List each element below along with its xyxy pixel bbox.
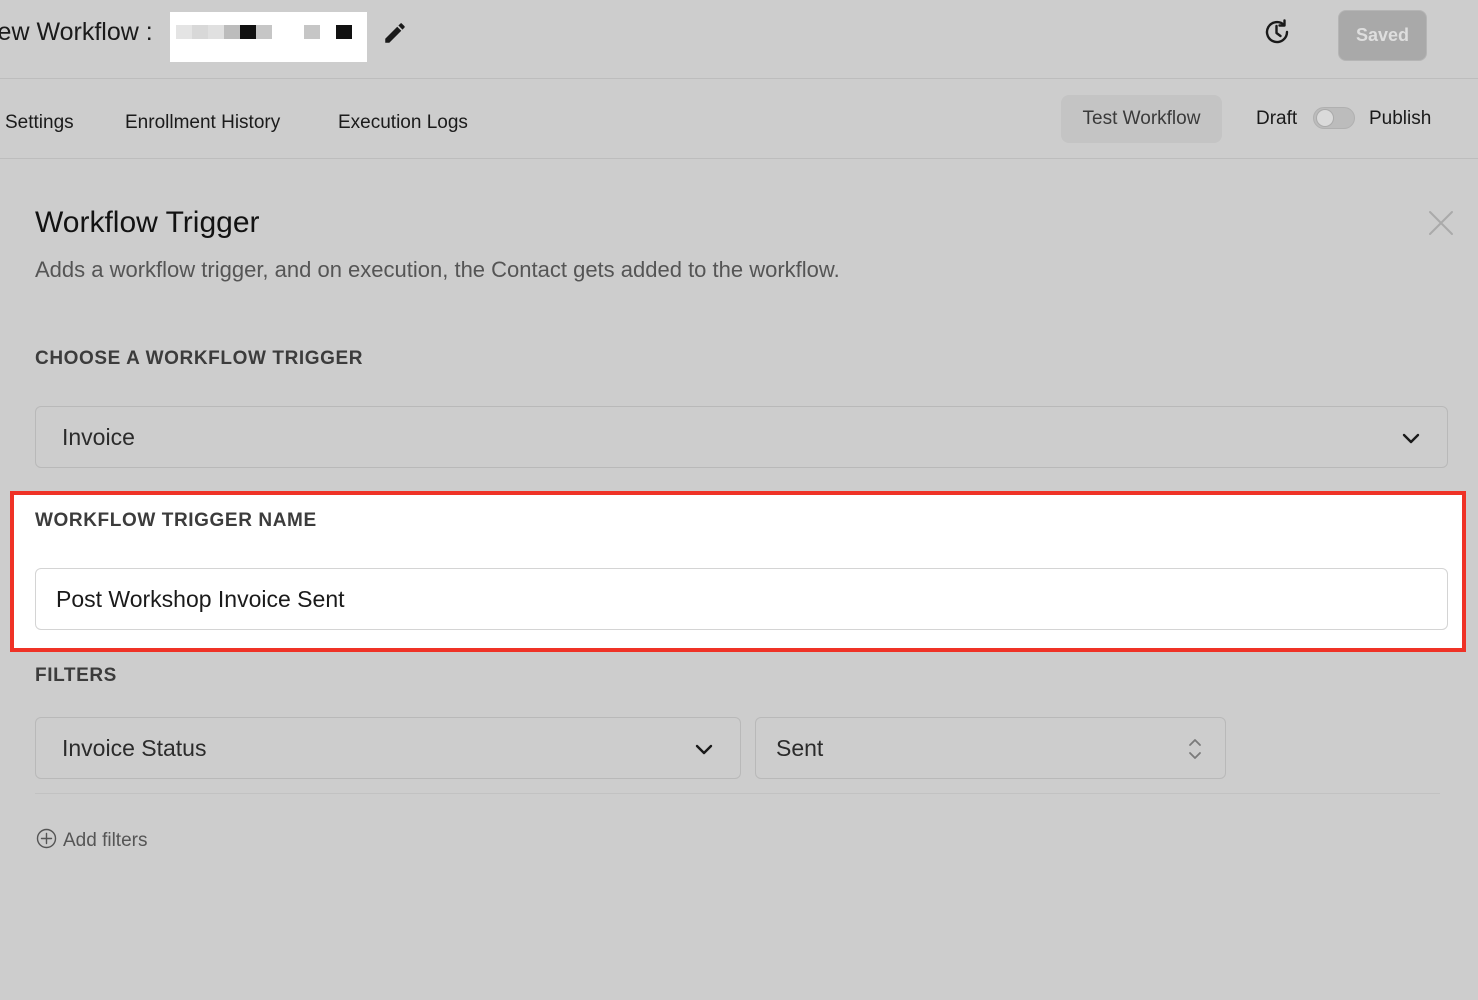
publish-label: Publish [1369,108,1432,129]
tab-execution-logs[interactable]: Execution Logs [338,111,468,135]
tab-enrollment-history[interactable]: Enrollment History [125,111,280,135]
workflow-title: lew Workflow : [0,18,153,46]
filters-label: FILTERS [35,665,117,686]
publish-toggle[interactable] [1313,107,1355,129]
filter-field-select[interactable]: Invoice Status [35,717,741,779]
chevron-down-icon [1400,427,1422,449]
redaction-block [304,25,320,39]
choose-trigger-label: CHOOSE A WORKFLOW TRIGGER [35,348,364,369]
trigger-name-input[interactable]: Post Workshop Invoice Sent [35,568,1448,630]
tab-settings[interactable]: Settings [5,111,74,135]
redaction-block [192,25,208,39]
draft-label: Draft [1256,108,1298,129]
redaction-block [208,25,224,39]
panel-subtitle: Adds a workflow trigger, and on executio… [35,257,840,282]
redaction-block [256,25,272,39]
panel-title: Workflow Trigger [35,206,260,239]
saved-button[interactable]: Saved [1338,10,1427,61]
history-icon[interactable] [1260,15,1294,49]
chevron-up-down-icon [1184,735,1206,763]
plus-circle-icon [36,828,63,855]
filter-value: Sent [776,734,824,761]
add-filters-label: Add filters [63,830,148,851]
tabs-bar: Settings Enrollment History Execution Lo… [0,79,1478,159]
filter-value-select[interactable]: Sent [755,717,1226,779]
filter-field-value: Invoice Status [62,734,207,761]
divider [35,793,1440,794]
add-filters-button[interactable]: Add filters [36,828,147,854]
toggle-knob [1316,109,1334,127]
trigger-select-value: Invoice [62,423,135,450]
trigger-name-label: WORKFLOW TRIGGER NAME [35,510,317,531]
top-header: lew Workflow : Saved [0,0,1478,79]
workflow-name-redacted[interactable] [170,12,367,62]
redaction-block [176,25,192,39]
redaction-block [336,25,352,39]
pencil-icon[interactable] [382,20,408,46]
close-icon[interactable] [1428,210,1454,236]
redaction-block [240,25,256,39]
test-workflow-button[interactable]: Test Workflow [1061,95,1222,143]
chevron-down-icon [693,738,715,760]
trigger-select[interactable]: Invoice [35,406,1448,468]
redaction-block [224,25,240,39]
